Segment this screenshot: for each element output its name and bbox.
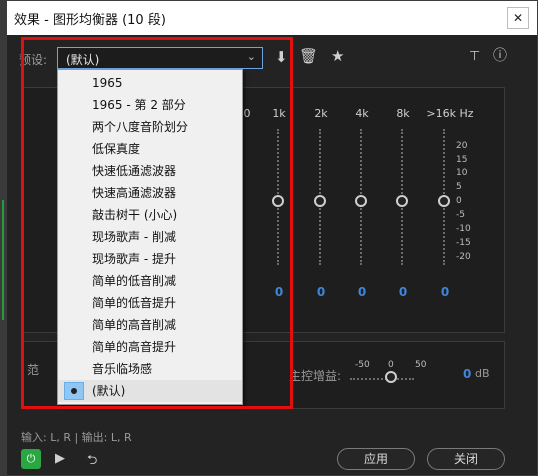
- eq-slider-knob[interactable]: [438, 195, 450, 207]
- band-value[interactable]: 0: [435, 285, 455, 299]
- graphic-eq-dialog: 效果 - 图形均衡器 (10 段) ✕ 预设: (默认) ⌄ ⬇ 🗑 ★ ⊤ ⓘ…: [6, 0, 538, 476]
- eq-slider-knob[interactable]: [314, 195, 326, 207]
- eq-slider-knob[interactable]: [355, 195, 367, 207]
- gain-scale-label: 0: [388, 360, 394, 370]
- power-icon[interactable]: ⏻: [21, 449, 41, 469]
- info-icon[interactable]: ⓘ: [493, 48, 507, 64]
- highlight-rectangle: [21, 37, 293, 409]
- close-button[interactable]: 关闭: [427, 448, 505, 470]
- gain-scale-label: -50: [355, 360, 370, 370]
- eq-slider-knob[interactable]: [396, 195, 408, 207]
- band-value[interactable]: 0: [393, 285, 413, 299]
- master-gain-slider[interactable]: [350, 378, 414, 380]
- master-gain-knob[interactable]: [385, 371, 397, 383]
- db-scale-label: 10: [456, 168, 468, 178]
- play-icon[interactable]: ▶: [55, 451, 65, 466]
- band-label: 8k: [396, 107, 410, 120]
- routing-icon[interactable]: ⊤: [469, 49, 480, 65]
- loop-icon[interactable]: ⮌: [87, 451, 97, 473]
- apply-button[interactable]: 应用: [337, 448, 415, 470]
- band-value[interactable]: 0: [311, 285, 331, 299]
- band-label: 4k: [355, 107, 369, 120]
- trash-icon[interactable]: 🗑: [299, 48, 318, 64]
- window-title: 效果 - 图形均衡器 (10 段): [14, 13, 166, 28]
- title-bar: 效果 - 图形均衡器 (10 段) ✕: [7, 1, 537, 35]
- io-routing-label: 输入: L, R | 输出: L, R: [21, 431, 132, 444]
- close-window-button[interactable]: ✕: [507, 7, 529, 29]
- band-label: >16k Hz: [426, 107, 474, 120]
- db-scale-label: -20: [456, 252, 471, 262]
- band-label: 2k: [314, 107, 328, 120]
- db-scale-label: -15: [456, 238, 471, 248]
- db-scale-label: 0: [456, 196, 462, 206]
- master-gain-label: 主控增益:: [289, 369, 342, 383]
- db-scale-label: -10: [456, 224, 471, 234]
- db-scale-label: 15: [456, 155, 468, 165]
- gain-scale-label: 50: [415, 360, 427, 370]
- master-gain-unit: dB: [475, 367, 490, 380]
- db-scale-label: 5: [456, 182, 462, 192]
- band-value[interactable]: 0: [352, 285, 372, 299]
- master-gain-value[interactable]: 0: [463, 367, 471, 381]
- db-scale-label: 20: [456, 141, 468, 151]
- db-scale-label: -5: [456, 210, 465, 220]
- star-icon[interactable]: ★: [331, 48, 344, 64]
